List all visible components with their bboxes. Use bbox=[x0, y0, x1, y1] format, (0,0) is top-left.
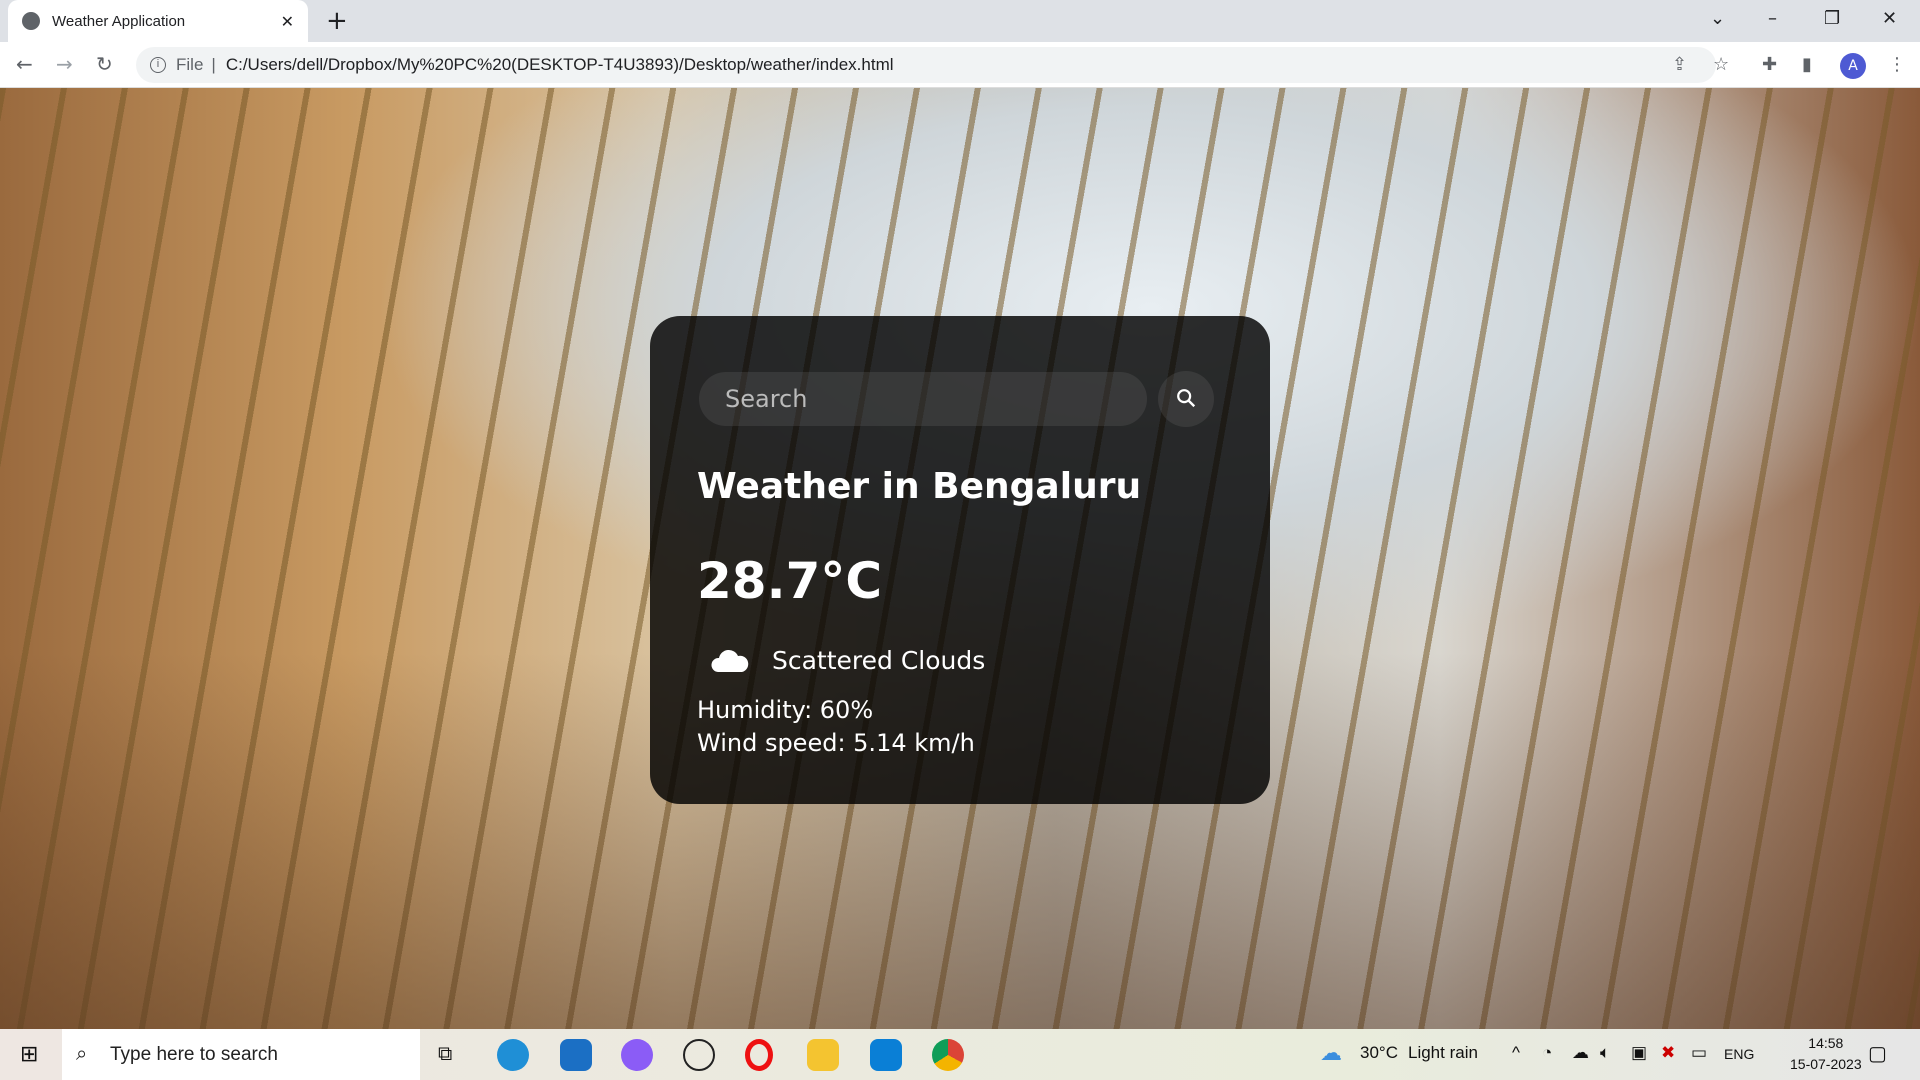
page-background: Weather in Bengaluru 28.7°C Scattered Cl… bbox=[0, 88, 1920, 1029]
url-separator: | bbox=[211, 55, 216, 74]
search-icon: ⌕ bbox=[76, 1043, 88, 1065]
chrome-icon[interactable] bbox=[932, 1039, 964, 1071]
search-input[interactable] bbox=[699, 372, 1147, 426]
battery-icon[interactable]: ▭ bbox=[1691, 1043, 1707, 1063]
back-button[interactable]: ← bbox=[16, 52, 33, 76]
dell-icon[interactable] bbox=[683, 1039, 715, 1071]
mail-icon[interactable] bbox=[560, 1039, 592, 1071]
copilot-icon[interactable] bbox=[621, 1039, 653, 1071]
opera-icon[interactable] bbox=[745, 1039, 773, 1071]
search-icon bbox=[1177, 388, 1196, 407]
taskbar-search[interactable]: ⌕ Type here to search bbox=[62, 1029, 420, 1080]
weather-card: Weather in Bengaluru 28.7°C Scattered Cl… bbox=[650, 316, 1270, 804]
minimize-button[interactable]: – bbox=[1768, 8, 1777, 29]
windows-start-icon[interactable]: ⊞ bbox=[20, 1042, 38, 1067]
edge-icon[interactable] bbox=[497, 1039, 529, 1071]
clock[interactable]: 14:58 15-07-2023 bbox=[1790, 1033, 1862, 1075]
menu-icon[interactable]: ⋮ bbox=[1888, 54, 1906, 75]
close-tab-icon[interactable]: ✕ bbox=[281, 12, 294, 31]
address-toolbar: ← → ↻ i File | C:/Users/dell/Dropbox/My%… bbox=[0, 42, 1920, 88]
wind-speed: Wind speed: 5.14 km/h bbox=[697, 729, 975, 757]
app-tray-icon[interactable]: ▣ bbox=[1631, 1043, 1647, 1063]
show-hidden-icons[interactable]: ^ bbox=[1512, 1043, 1520, 1063]
info-icon[interactable]: i bbox=[150, 57, 166, 73]
maximize-button[interactable]: ❐ bbox=[1824, 8, 1840, 29]
profile-avatar[interactable]: A bbox=[1840, 53, 1866, 79]
wifi-icon[interactable]: ◔ bbox=[1542, 1043, 1552, 1063]
new-tab-button[interactable]: + bbox=[326, 6, 348, 36]
taskbar: ⊞ ⌕ Type here to search ⧉ ☁ 30°C Light r… bbox=[0, 1029, 1920, 1080]
language-indicator[interactable]: ENG bbox=[1724, 1046, 1754, 1062]
file-explorer-icon[interactable] bbox=[807, 1039, 839, 1071]
volume-icon[interactable]: 🔈︎ bbox=[1600, 1043, 1610, 1063]
temperature: 28.7°C bbox=[697, 552, 883, 610]
dropbox-error-icon[interactable]: ✖ bbox=[1661, 1043, 1675, 1063]
city-title: Weather in Bengaluru bbox=[697, 466, 1142, 507]
close-window-button[interactable]: ✕ bbox=[1882, 8, 1897, 29]
taskbar-weather-temp[interactable]: 30°C bbox=[1360, 1043, 1398, 1063]
humidity: Humidity: 60% bbox=[697, 696, 874, 724]
bookmark-star-icon[interactable]: ☆ bbox=[1713, 54, 1729, 75]
tab-search-icon[interactable]: ⌄ bbox=[1710, 8, 1725, 29]
taskbar-search-placeholder: Type here to search bbox=[110, 1043, 278, 1065]
task-view-icon[interactable]: ⧉ bbox=[438, 1043, 452, 1066]
address-bar[interactable]: i File | C:/Users/dell/Dropbox/My%20PC%2… bbox=[136, 47, 1716, 83]
weather-description: Scattered Clouds bbox=[710, 646, 985, 675]
tab-title: Weather Application bbox=[52, 12, 186, 30]
weather-cloud-icon[interactable]: ☁ bbox=[1320, 1040, 1342, 1066]
url-text[interactable]: C:/Users/dell/Dropbox/My%20PC%20(DESKTOP… bbox=[226, 55, 894, 75]
reload-button[interactable]: ↻ bbox=[96, 52, 113, 76]
globe-icon bbox=[22, 12, 40, 30]
tab-strip: Weather Application ✕ + ⌄ – ❐ ✕ bbox=[0, 0, 1920, 42]
url-scheme-label: File bbox=[176, 55, 204, 74]
extensions-icon[interactable]: ✚ bbox=[1762, 54, 1777, 75]
search-button[interactable] bbox=[1158, 371, 1214, 427]
cloud-icon bbox=[711, 649, 749, 672]
taskbar-weather-desc[interactable]: Light rain bbox=[1408, 1043, 1478, 1063]
tab-weather-application[interactable]: Weather Application ✕ bbox=[8, 0, 308, 42]
forward-button[interactable]: → bbox=[56, 52, 73, 76]
description-text: Scattered Clouds bbox=[772, 646, 986, 675]
vscode-icon[interactable] bbox=[870, 1039, 902, 1071]
time: 14:58 bbox=[1808, 1035, 1844, 1051]
side-panel-icon[interactable]: ▮ bbox=[1802, 54, 1812, 75]
notifications-icon[interactable]: ▢ bbox=[1868, 1041, 1887, 1066]
onedrive-icon[interactable]: ☁ bbox=[1572, 1043, 1589, 1063]
share-icon[interactable]: ⇪ bbox=[1672, 54, 1687, 75]
date: 15-07-2023 bbox=[1790, 1056, 1862, 1072]
